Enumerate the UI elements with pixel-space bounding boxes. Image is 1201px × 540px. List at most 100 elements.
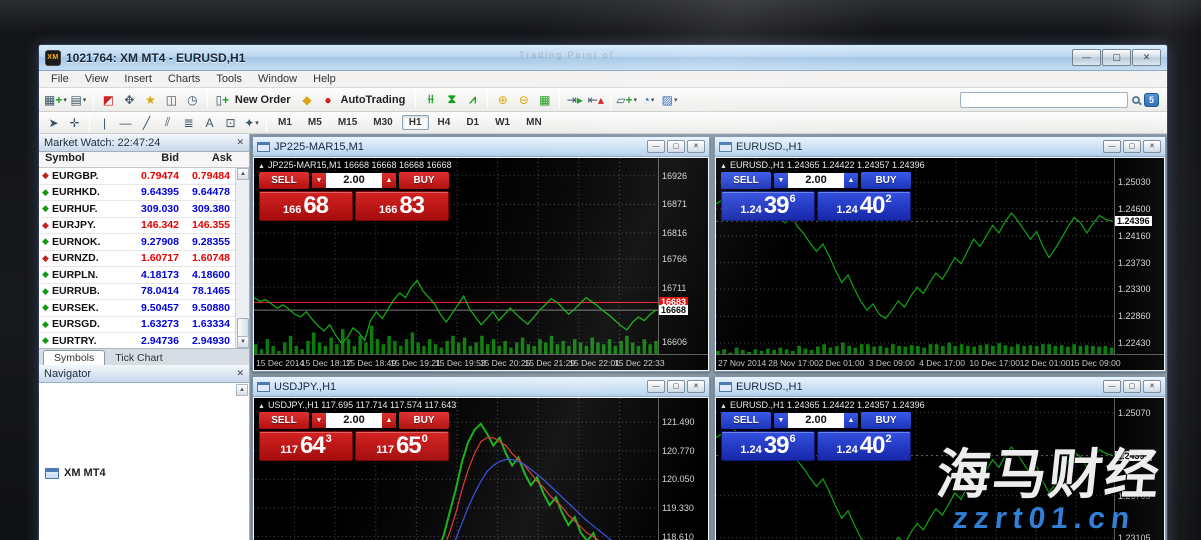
chart-title-bar[interactable]: EURUSD.,H1—▢✕ bbox=[715, 377, 1165, 397]
volume-stepper[interactable]: ▼2.00▲ bbox=[773, 412, 859, 429]
expand-triangle-icon[interactable]: ▲ bbox=[720, 403, 727, 410]
volume-increase-button[interactable]: ▲ bbox=[382, 173, 396, 188]
timeframe-m1[interactable]: M1 bbox=[271, 115, 299, 130]
timeframe-h1[interactable]: H1 bbox=[402, 115, 429, 130]
cursor-icon[interactable]: ➤ bbox=[44, 114, 63, 132]
chart-title-bar[interactable]: USDJPY.,H1—▢✕ bbox=[253, 377, 709, 397]
buy-button[interactable]: BUY bbox=[399, 172, 449, 189]
line-chart-icon[interactable]: ⩘ bbox=[463, 91, 482, 109]
menu-file[interactable]: File bbox=[43, 73, 77, 85]
expert-advisors-icon[interactable]: ◆ bbox=[298, 91, 317, 109]
chart-restore-button[interactable]: ▢ bbox=[667, 380, 685, 393]
channel-icon[interactable]: ⫽ bbox=[158, 114, 177, 132]
market-watch-row[interactable]: ◆EURRUB.78.041478.1465 bbox=[39, 284, 249, 301]
menu-window[interactable]: Window bbox=[250, 73, 305, 85]
sell-price-button[interactable]: 16668 bbox=[259, 191, 353, 221]
chart-restore-button[interactable]: ▢ bbox=[1123, 140, 1141, 153]
navigator-close-icon[interactable]: ✕ bbox=[236, 368, 244, 379]
sell-price-button[interactable]: 117643 bbox=[259, 431, 353, 461]
buy-price-button[interactable]: 117650 bbox=[355, 431, 449, 461]
market-watch-row[interactable]: ◆EURSEK.9.504579.50880 bbox=[39, 300, 249, 317]
candlestick-chart-icon[interactable]: ⧗ bbox=[442, 91, 461, 109]
market-watch-row[interactable]: ◆EURGBP.0.794740.79484 bbox=[39, 168, 249, 185]
menu-charts[interactable]: Charts bbox=[160, 73, 208, 85]
chart-minimize-button[interactable]: — bbox=[1103, 380, 1121, 393]
auto-scroll-icon[interactable]: ⇥▸ bbox=[565, 91, 584, 109]
text-label-icon[interactable]: ⊡ bbox=[221, 114, 240, 132]
volume-value[interactable]: 2.00 bbox=[788, 413, 844, 428]
menu-help[interactable]: Help bbox=[305, 73, 344, 85]
market-watch-row[interactable]: ◆EURTRY.2.947362.94930 bbox=[39, 333, 249, 348]
new-order-icon[interactable]: ▯+ bbox=[213, 91, 232, 109]
chart-title-bar[interactable]: EURUSD.,H1—▢✕ bbox=[715, 137, 1165, 157]
timeframe-w1[interactable]: W1 bbox=[488, 115, 517, 130]
expand-triangle-icon[interactable]: ▲ bbox=[720, 163, 727, 170]
trendline-icon[interactable]: ╱ bbox=[137, 114, 156, 132]
menu-insert[interactable]: Insert bbox=[116, 73, 160, 85]
market-watch-row[interactable]: ◆EURHUF.309.030309.380 bbox=[39, 201, 249, 218]
timeframe-m30[interactable]: M30 bbox=[366, 115, 399, 130]
chart-minimize-button[interactable]: — bbox=[647, 140, 665, 153]
sell-price-button[interactable]: 1.24396 bbox=[721, 191, 815, 221]
volume-increase-button[interactable]: ▲ bbox=[844, 173, 858, 188]
minimize-button[interactable]: — bbox=[1072, 49, 1101, 66]
volume-value[interactable]: 2.00 bbox=[788, 173, 844, 188]
market-watch-row[interactable]: ◆EURNZD.1.607171.60748 bbox=[39, 251, 249, 268]
buy-button[interactable]: BUY bbox=[399, 412, 449, 429]
market-watch-row[interactable]: ◆EURNOK.9.279089.28355 bbox=[39, 234, 249, 251]
chart-close-button[interactable]: ✕ bbox=[687, 140, 705, 153]
chart-restore-button[interactable]: ▢ bbox=[1123, 380, 1141, 393]
sell-button[interactable]: SELL bbox=[259, 412, 309, 429]
timeframe-m15[interactable]: M15 bbox=[331, 115, 364, 130]
crosshair-icon[interactable]: ✛ bbox=[65, 114, 84, 132]
navigator-toggle-icon[interactable]: ★ bbox=[141, 91, 160, 109]
arrows-icon[interactable]: ✦▾ bbox=[242, 114, 261, 132]
scroll-down-arrow[interactable]: ▼ bbox=[237, 336, 249, 348]
sell-button[interactable]: SELL bbox=[259, 172, 309, 189]
timeframe-m5[interactable]: M5 bbox=[301, 115, 329, 130]
scroll-up-arrow[interactable]: ▲ bbox=[237, 168, 249, 180]
tile-windows-icon[interactable]: ▦ bbox=[535, 91, 554, 109]
new-order-button[interactable]: New Order bbox=[235, 94, 291, 106]
chart-shift-icon[interactable]: ⇤▴ bbox=[586, 91, 605, 109]
volume-stepper[interactable]: ▼2.00▲ bbox=[773, 172, 859, 189]
search-icon[interactable] bbox=[1132, 96, 1140, 104]
mql5-community-icon[interactable]: 5 bbox=[1144, 93, 1159, 107]
close-button[interactable]: ✕ bbox=[1132, 49, 1161, 66]
column-bid[interactable]: Bid bbox=[127, 152, 179, 167]
market-watch-row[interactable]: ◆EURSGD.1.632731.63334 bbox=[39, 317, 249, 334]
fibonacci-icon[interactable]: ≣ bbox=[179, 114, 198, 132]
expand-triangle-icon[interactable]: ▲ bbox=[258, 163, 265, 170]
menu-view[interactable]: View bbox=[77, 73, 117, 85]
maximize-button[interactable]: ▢ bbox=[1102, 49, 1131, 66]
horizontal-line-icon[interactable]: — bbox=[116, 114, 135, 132]
buy-button[interactable]: BUY bbox=[861, 172, 911, 189]
volume-increase-button[interactable]: ▲ bbox=[382, 413, 396, 428]
profiles-icon[interactable]: ▤▾ bbox=[69, 91, 88, 109]
chart-title-bar[interactable]: JP225-MAR15,M1—▢✕ bbox=[253, 137, 709, 157]
column-symbol[interactable]: Symbol bbox=[39, 152, 127, 167]
sell-price-button[interactable]: 1.24396 bbox=[721, 431, 815, 461]
volume-decrease-button[interactable]: ▼ bbox=[774, 413, 788, 428]
volume-decrease-button[interactable]: ▼ bbox=[774, 173, 788, 188]
timeframe-h4[interactable]: H4 bbox=[431, 115, 458, 130]
terminal-toggle-icon[interactable]: ◫ bbox=[162, 91, 181, 109]
volume-decrease-button[interactable]: ▼ bbox=[312, 413, 326, 428]
volume-stepper[interactable]: ▼2.00▲ bbox=[311, 172, 397, 189]
volume-value[interactable]: 2.00 bbox=[326, 413, 382, 428]
zoom-in-icon[interactable]: ⊕ bbox=[493, 91, 512, 109]
navigator-scroll-up[interactable]: ▲ bbox=[236, 384, 248, 396]
chart-restore-button[interactable]: ▢ bbox=[667, 140, 685, 153]
indicators-icon[interactable]: ▱+▾ bbox=[616, 91, 637, 109]
data-window-icon[interactable]: ✥ bbox=[120, 91, 139, 109]
chart-close-button[interactable]: ✕ bbox=[1143, 380, 1161, 393]
autotrading-button[interactable]: AutoTrading bbox=[341, 94, 406, 106]
bar-chart-icon[interactable]: ⟊⟊ bbox=[421, 91, 440, 109]
market-watch-scrollbar[interactable]: ▲ ▼ bbox=[235, 168, 249, 348]
navigator-account-item[interactable]: XM MT4 ▲ bbox=[39, 383, 249, 540]
sell-button[interactable]: SELL bbox=[721, 412, 771, 429]
templates-icon[interactable]: ▨▾ bbox=[660, 91, 679, 109]
text-icon[interactable]: A bbox=[200, 114, 219, 132]
buy-price-button[interactable]: 1.24402 bbox=[817, 431, 911, 461]
buy-price-button[interactable]: 16683 bbox=[355, 191, 449, 221]
